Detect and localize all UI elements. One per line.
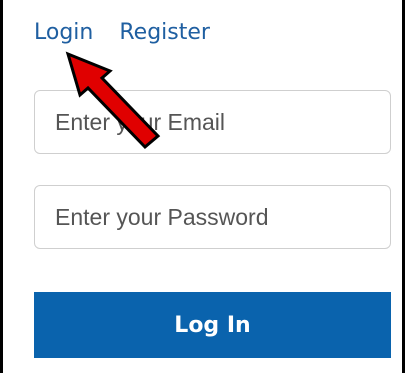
login-panel: Login Register Log In [0,0,405,373]
email-field[interactable] [34,90,391,154]
tab-login[interactable]: Login [34,18,93,48]
password-field[interactable] [34,185,391,249]
auth-tabs: Login Register [34,18,210,48]
login-button[interactable]: Log In [34,292,391,358]
tab-register[interactable]: Register [119,18,210,48]
